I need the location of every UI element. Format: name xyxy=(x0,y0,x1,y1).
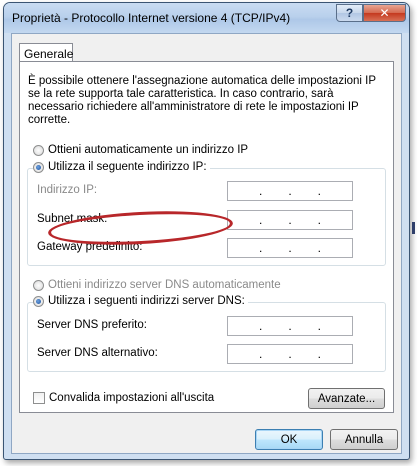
help-button[interactable]: ? xyxy=(336,4,363,22)
validate-option[interactable]: Convalida impostazioni all'uscita xyxy=(33,392,214,404)
close-icon: ✕ xyxy=(379,6,390,20)
ok-button[interactable]: OK xyxy=(255,429,323,450)
dns-manual-label: Utilizza i seguenti indirizzi server DNS… xyxy=(48,295,245,307)
ip-dot: . xyxy=(258,213,263,227)
dialog-body: Generale È possibile ottenere l'assegnaz… xyxy=(11,33,402,454)
ip-dot: . xyxy=(258,319,263,333)
validate-checkbox[interactable] xyxy=(33,392,45,404)
subnet-mask-input[interactable]: ... xyxy=(227,210,353,230)
validate-label: Convalida impostazioni all'uscita xyxy=(49,392,215,404)
ip-auto-radio[interactable] xyxy=(33,144,44,156)
ip-address-label: Indirizzo IP: xyxy=(37,184,98,196)
ip-dot: . xyxy=(317,347,321,361)
ip-auto-option[interactable]: Ottieni automaticamente un indirizzo IP xyxy=(33,144,248,156)
gateway-label: Gateway predefinito: xyxy=(37,241,143,253)
ip-manual-radio[interactable] xyxy=(33,161,44,173)
ip-dot: . xyxy=(258,241,263,255)
help-icon: ? xyxy=(345,6,354,20)
advanced-button[interactable]: Avanzate... xyxy=(308,388,385,409)
tab-panel: È possibile ottenere l'assegnazione auto… xyxy=(19,61,394,413)
dns-alternate-label: Server DNS alternativo: xyxy=(37,347,158,359)
dns-manual-radio[interactable] xyxy=(33,295,44,307)
dns-auto-option[interactable]: Ottieni indirizzo server DNS automaticam… xyxy=(33,279,281,291)
ip-dot: . xyxy=(258,347,263,361)
ip-dot: . xyxy=(288,347,292,361)
cancel-button[interactable]: Annulla xyxy=(330,429,398,450)
ip-manual-option[interactable]: Utilizza il seguente indirizzo IP: xyxy=(33,161,210,173)
window-title: Proprietà - Protocollo Internet versione… xyxy=(12,11,291,25)
ip-dot: . xyxy=(317,241,321,255)
ip-dot: . xyxy=(317,184,321,198)
ip-address-input[interactable]: ... xyxy=(227,181,353,201)
ip-dot: . xyxy=(317,213,321,227)
dns-auto-label: Ottieni indirizzo server DNS automaticam… xyxy=(48,279,281,291)
tab-generale[interactable]: Generale xyxy=(19,43,73,62)
dns-preferred-input[interactable]: ... xyxy=(227,316,353,336)
gateway-input[interactable]: ... xyxy=(227,238,353,258)
dialog-window: Proprietà - Protocollo Internet versione… xyxy=(3,2,410,460)
subnet-mask-label: Subnet mask: xyxy=(37,213,108,225)
ip-dot: . xyxy=(288,319,292,333)
ip-dot: . xyxy=(288,213,292,227)
ip-manual-label: Utilizza il seguente indirizzo IP: xyxy=(48,161,207,173)
ip-dot: . xyxy=(288,241,292,255)
dns-manual-option[interactable]: Utilizza i seguenti indirizzi server DNS… xyxy=(33,295,248,307)
dns-auto-radio[interactable] xyxy=(33,279,44,291)
ip-dot: . xyxy=(288,184,292,198)
description-text: È possibile ottenere l'assegnazione auto… xyxy=(28,75,376,126)
dns-preferred-label: Server DNS preferito: xyxy=(37,319,147,331)
title-bar[interactable]: Proprietà - Protocollo Internet versione… xyxy=(4,3,409,33)
background-mark xyxy=(412,222,415,234)
close-button[interactable]: ✕ xyxy=(363,4,406,22)
ip-dot: . xyxy=(317,319,321,333)
dns-alternate-input[interactable]: ... xyxy=(227,344,353,364)
ip-auto-label: Ottieni automaticamente un indirizzo IP xyxy=(48,144,249,156)
ip-dot: . xyxy=(258,184,263,198)
